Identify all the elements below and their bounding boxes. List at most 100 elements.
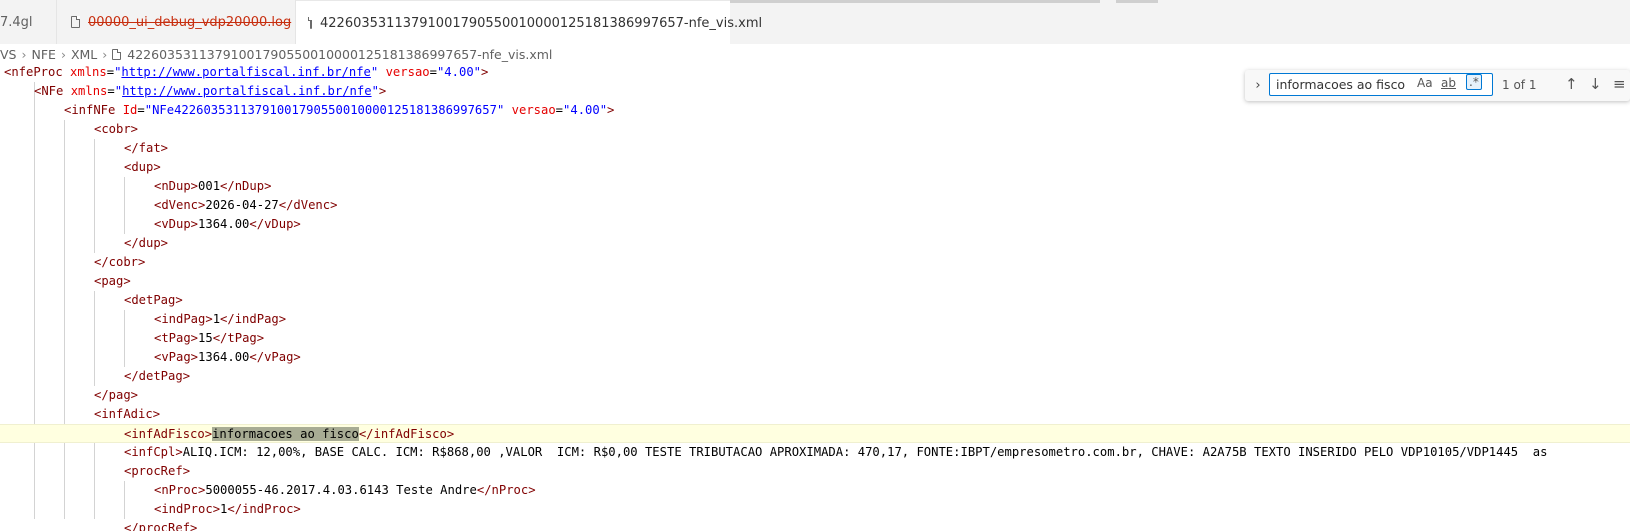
code-token: </cobr>: [94, 255, 146, 269]
code-token: ALIQ.ICM: 12,00%, BASE CALC. ICM: R$868,…: [182, 445, 1548, 459]
code-token: 1: [212, 312, 221, 326]
code-token: "NFe422603531137910017905500100001251813…: [144, 103, 505, 117]
code-line[interactable]: <indProc>1</indProc>: [0, 500, 1630, 519]
code-line[interactable]: </cobr>: [0, 253, 1630, 272]
code-token: <tPag>: [154, 331, 199, 345]
code-token: <pag>: [94, 274, 131, 288]
code-token: 5000055-46.2017.4.03.6143 Teste Andre: [205, 483, 477, 497]
tab-4gl-file[interactable]: 7.4gl: [0, 0, 55, 44]
code-token: xmlns: [70, 65, 107, 79]
code-line[interactable]: </procRef>: [0, 519, 1630, 531]
menu-icon[interactable]: ≡: [1613, 75, 1626, 93]
tab-nfe-xml-active[interactable]: 4226035311379100179055001000012518138699…: [296, 0, 762, 45]
code-token: http://www.portalfiscal.inf.br/nfe: [122, 84, 372, 98]
code-token: <infAdFisco>: [124, 427, 213, 441]
chevron-right-icon: ›: [21, 47, 27, 62]
breadcrumb-item-nfe[interactable]: NFE: [32, 47, 56, 62]
code-token: 15: [198, 331, 213, 345]
file-icon: [308, 17, 312, 29]
breadcrumb-item-xml[interactable]: XML: [71, 47, 97, 62]
code-line[interactable]: </dup>: [0, 234, 1630, 253]
code-token: <procRef>: [124, 464, 191, 478]
code-token: </indPag>: [220, 312, 287, 326]
code-token: </infAdFisco>: [358, 427, 455, 441]
tab-debug-log[interactable]: 00000_ui_debug_vdp20000.log: [56, 0, 296, 44]
code-token: "4.00": [436, 65, 481, 79]
code-editor[interactable]: <nfeProc xmlns="http://www.portalfiscal.…: [0, 65, 1630, 531]
code-token: 1364.00: [198, 350, 250, 364]
code-token: </nProc>: [476, 483, 536, 497]
code-token: =: [429, 65, 437, 79]
code-token: <dVenc>: [154, 198, 206, 212]
breadcrumb: VS › NFE › XML › 42260353113791001790550…: [0, 44, 1630, 65]
breadcrumb-item-vs[interactable]: VS: [0, 47, 17, 62]
find-widget: › informacoes ao fisco Aa ab .* 1 of 1 ↑…: [1245, 70, 1630, 101]
code-token: </tPag>: [212, 331, 265, 345]
code-line[interactable]: <nProc>5000055-46.2017.4.03.6143 Teste A…: [0, 481, 1630, 500]
code-token: =: [555, 103, 564, 117]
code-line[interactable]: <pag>: [0, 272, 1630, 291]
tab-label: 4226035311379100179055001000012518138699…: [320, 15, 763, 31]
tab-label: 7.4gl: [0, 14, 33, 30]
code-token: =: [106, 65, 115, 79]
code-token: <infCpl>: [124, 445, 183, 459]
code-token: 001: [198, 179, 221, 193]
chevron-right-icon[interactable]: ›: [1249, 78, 1267, 93]
code-token: <indPag>: [154, 312, 213, 326]
code-line[interactable]: </fat>: [0, 139, 1630, 158]
arrow-down-icon[interactable]: ↓: [1589, 75, 1602, 93]
code-line[interactable]: <infAdic>: [0, 405, 1630, 424]
tab-bar: 7.4gl 00000_ui_debug_vdp20000.log 422603…: [0, 0, 1630, 45]
code-token: <NFe: [34, 84, 64, 98]
code-token: 1364.00: [198, 217, 250, 231]
code-line[interactable]: </pag>: [0, 386, 1630, 405]
chevron-right-icon: ›: [102, 47, 108, 62]
code-line[interactable]: <detPag>: [0, 291, 1630, 310]
code-token: <nfeProc: [4, 65, 63, 79]
code-line[interactable]: <dup>: [0, 158, 1630, 177]
code-token: </dVenc>: [278, 198, 338, 212]
code-line[interactable]: <tPag>15</tPag>: [0, 329, 1630, 348]
code-line[interactable]: <infCpl>ALIQ.ICM: 12,00%, BASE CALC. ICM…: [0, 443, 1630, 462]
code-token: <nProc>: [154, 483, 206, 497]
chevron-right-icon: ›: [60, 47, 66, 62]
code-line[interactable]: <dVenc>2026-04-27</dVenc>: [0, 196, 1630, 215]
arrow-up-icon[interactable]: ↑: [1565, 75, 1578, 93]
search-match-highlight: informacoes ao fisco: [212, 427, 359, 441]
code-token: <infAdic>: [94, 407, 161, 421]
code-token: </pag>: [94, 388, 139, 402]
code-line[interactable]: <infNFe Id = "NFe4226035311379100179055001…: [0, 101, 1630, 120]
find-query: informacoes ao fisco: [1276, 77, 1406, 92]
match-case-toggle[interactable]: Aa: [1417, 76, 1433, 90]
scroll-shadow-2: [1116, 0, 1158, 3]
code-line[interactable]: <infAdFisco>informacoes ao fisco</infAdF…: [0, 424, 1630, 443]
code-token: </procRef>: [124, 521, 198, 531]
code-token: Id: [122, 103, 138, 117]
find-input[interactable]: informacoes ao fisco: [1269, 73, 1493, 96]
code-line[interactable]: <cobr>: [0, 120, 1630, 139]
regex-toggle[interactable]: .*: [1466, 74, 1482, 90]
code-token: xmlns: [70, 84, 108, 98]
file-icon: [112, 49, 122, 60]
code-token: http://www.portalfiscal.inf.br/nfe: [121, 65, 371, 79]
code-token: <nDup>: [154, 179, 199, 193]
code-token: ": [371, 84, 379, 98]
breadcrumb-item-file[interactable]: 4226035311379100179055001000012518138699…: [127, 47, 552, 62]
file-icon: [71, 16, 80, 28]
code-line[interactable]: <procRef>: [0, 462, 1630, 481]
code-token: ": [114, 84, 123, 98]
code-line[interactable]: <nDup>001</nDup>: [0, 177, 1630, 196]
code-token: <infNFe: [64, 103, 116, 117]
code-token: versao: [385, 65, 430, 79]
whole-word-toggle[interactable]: ab: [1441, 76, 1456, 90]
scroll-shadow: [730, 0, 1100, 3]
code-line[interactable]: <vPag>1364.00</vPag>: [0, 348, 1630, 367]
code-token: </dup>: [124, 236, 169, 250]
code-line[interactable]: <vDup>1364.00</vDup>: [0, 215, 1630, 234]
code-line[interactable]: <indPag>1</indPag>: [0, 310, 1630, 329]
code-line[interactable]: </detPag>: [0, 367, 1630, 386]
